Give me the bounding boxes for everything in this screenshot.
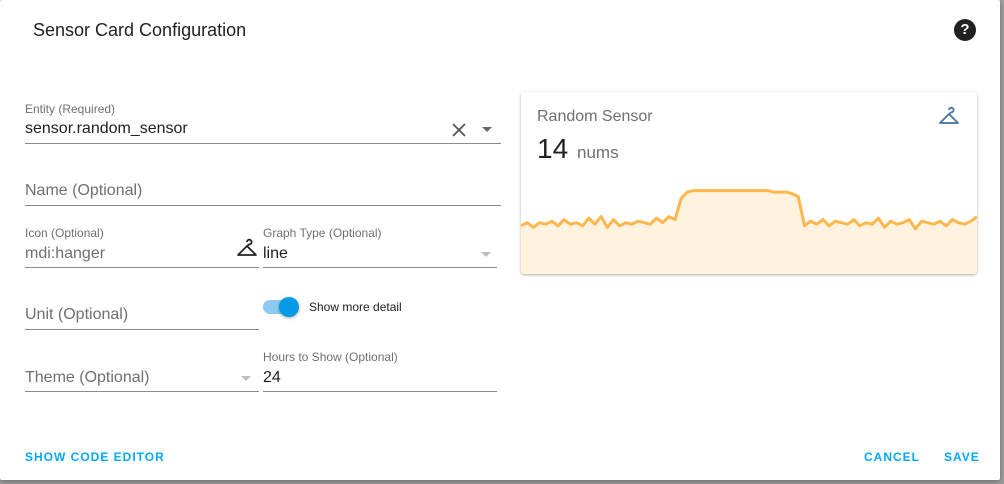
toggle-knob[interactable] [279, 297, 299, 317]
dialog-title: Sensor Card Configuration [33, 20, 247, 40]
icon-field[interactable]: Icon (Optional) mdi:hanger [25, 222, 259, 268]
name-field[interactable]: Name (Optional) [25, 170, 501, 206]
icon-label: Icon (Optional) [25, 226, 104, 240]
hanger-icon [237, 238, 257, 256]
clear-icon[interactable] [451, 122, 467, 138]
sensor-value: 14 [537, 133, 569, 164]
help-icon[interactable]: ? [954, 19, 976, 41]
theme-dropdown-icon[interactable] [241, 376, 251, 381]
sensor-graph [521, 189, 977, 274]
entity-dropdown-icon[interactable] [482, 127, 492, 132]
graph-type-dropdown-icon[interactable] [481, 252, 491, 257]
icon-input[interactable]: mdi:hanger [25, 245, 105, 263]
graph-type-field[interactable]: Graph Type (Optional) line [263, 222, 497, 268]
entity-label: Entity (Required) [25, 102, 116, 116]
hours-to-show-field[interactable]: Hours to Show (Optional) 24 [263, 346, 497, 392]
show-more-detail-label: Show more detail [309, 300, 402, 314]
card-config-dialog: Sensor Card Configuration ? Entity (Requ… [0, 0, 1000, 480]
show-code-editor-button[interactable]: SHOW CODE EDITOR [25, 450, 165, 464]
hanger-icon [939, 106, 959, 124]
save-button[interactable]: SAVE [944, 450, 980, 464]
graph-fill [521, 190, 977, 274]
graph-type-label: Graph Type (Optional) [263, 226, 382, 240]
sensor-card-preview: Random Sensor 14 nums [521, 92, 977, 274]
graph-type-select[interactable]: line [263, 245, 288, 263]
sensor-unit: nums [577, 143, 619, 162]
entity-input[interactable]: sensor.random_sensor [25, 120, 188, 138]
sensor-name: Random Sensor [537, 108, 653, 125]
entity-field[interactable]: Entity (Required) sensor.random_sensor [25, 98, 501, 144]
unit-input[interactable]: Unit (Optional) [25, 306, 128, 324]
unit-field[interactable]: Unit (Optional) [25, 294, 259, 330]
theme-field[interactable]: Theme (Optional) [25, 356, 259, 392]
theme-select[interactable]: Theme (Optional) [25, 369, 150, 387]
hours-to-show-label: Hours to Show (Optional) [263, 350, 398, 364]
hours-to-show-input[interactable]: 24 [263, 369, 281, 387]
cancel-button[interactable]: CANCEL [864, 450, 920, 464]
name-input[interactable]: Name (Optional) [25, 182, 142, 200]
